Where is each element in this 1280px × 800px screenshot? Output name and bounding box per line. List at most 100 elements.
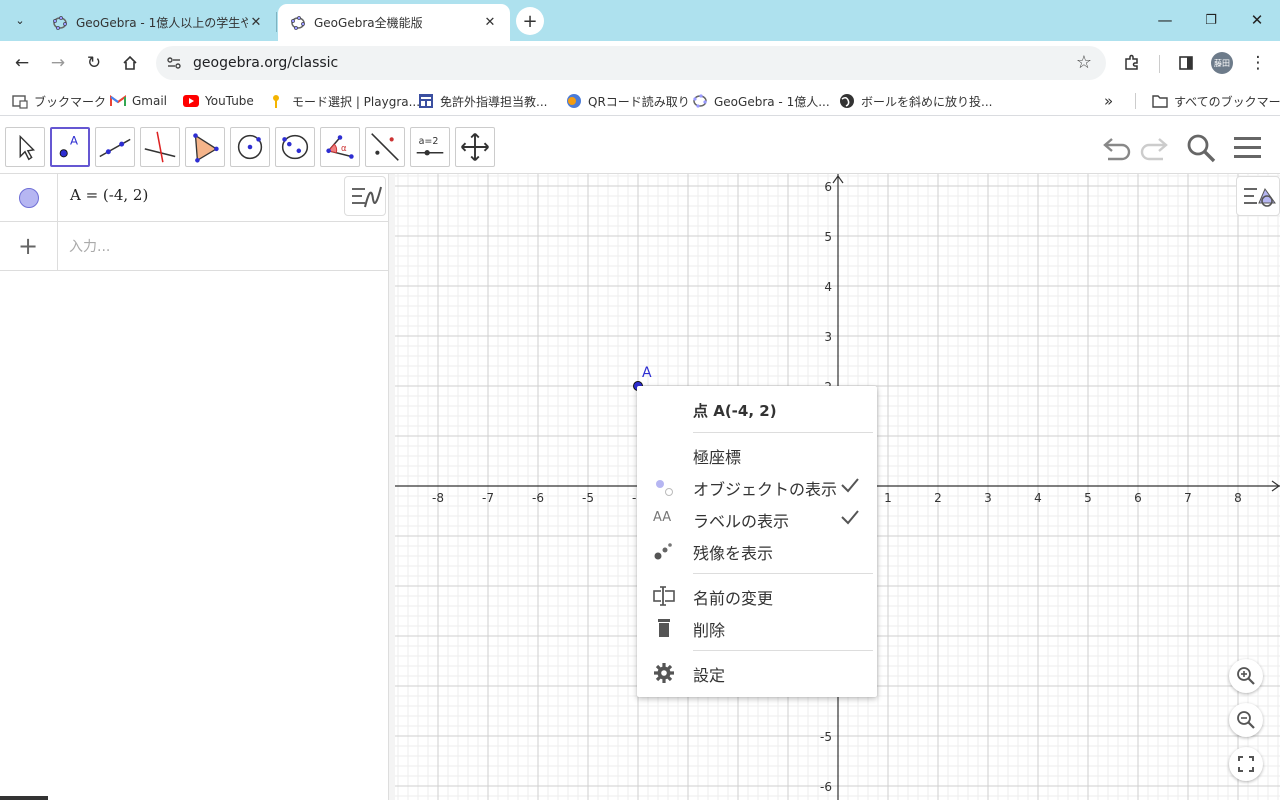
bookmark-gmail[interactable]: Gmail	[110, 91, 167, 111]
address-bar[interactable]: geogebra.org/classic ☆	[156, 46, 1106, 80]
undo-button[interactable]	[1100, 131, 1134, 165]
algebra-options-icon	[352, 186, 382, 208]
bookmark-label: 免許外指導担当教...	[440, 94, 548, 109]
reflect-tool-button[interactable]	[365, 127, 405, 167]
bookmark-apps[interactable]: ブックマーク	[12, 91, 106, 111]
angle-icon: α	[326, 135, 354, 159]
bookmark-ball[interactable]: ボールを斜めに放り投...	[839, 91, 992, 111]
x-tick-label: -5	[582, 491, 594, 505]
menu-item-trace[interactable]: 残像を表示	[637, 534, 877, 566]
visibility-toggle[interactable]	[0, 174, 58, 221]
resize-handle[interactable]	[0, 796, 48, 800]
menu-item-label: 設定	[693, 666, 726, 685]
line-icon	[99, 138, 131, 158]
menu-item-polar[interactable]: 極座標	[637, 438, 877, 470]
algebra-row[interactable]: A = (-4, 2)	[0, 174, 389, 222]
geogebra-toolbar: A α a=2	[0, 121, 1280, 174]
browser-tab-2-active[interactable]: GeoGebra全機能版 ✕	[278, 4, 510, 41]
polygon-tool-button[interactable]	[185, 127, 225, 167]
reload-button[interactable]: ↻	[80, 49, 108, 77]
minimize-button[interactable]: —	[1142, 0, 1188, 40]
geogebra-favicon-icon	[53, 15, 67, 30]
point-a-label: A	[642, 365, 652, 381]
close-window-button[interactable]: ✕	[1234, 0, 1280, 40]
move-graphics-tool-button[interactable]	[455, 127, 495, 167]
bookmark-label: すべてのブックマーク	[1174, 94, 1280, 109]
circle-tool-button[interactable]	[230, 127, 270, 167]
bookmark-star-icon[interactable]: ☆	[1076, 52, 1092, 73]
side-panel-button[interactable]	[1172, 49, 1200, 77]
graphics-style-button[interactable]	[1236, 176, 1280, 216]
back-button[interactable]: ←	[8, 49, 36, 77]
qr-icon	[566, 93, 582, 109]
close-icon: ✕	[1250, 11, 1264, 29]
extensions-button[interactable]	[1118, 49, 1146, 77]
marble-icon[interactable]	[19, 188, 39, 208]
slider-tool-button[interactable]: a=2	[410, 127, 450, 167]
input-row[interactable]: + 入力...	[0, 222, 389, 271]
x-tick-label: -7	[482, 491, 494, 505]
menu-divider	[693, 650, 873, 651]
apps-icon	[12, 93, 28, 109]
zoom-in-button[interactable]	[1229, 659, 1263, 693]
point-tool-button[interactable]: A	[50, 127, 90, 167]
youtube-icon	[183, 93, 199, 109]
bookmark-geogebra[interactable]: GeoGebra - 1億人...	[692, 91, 830, 111]
bookmark-qr[interactable]: QRコード読み取り	[566, 91, 690, 111]
fullscreen-button[interactable]	[1229, 747, 1263, 781]
browser-toolbar: ← → ↻ geogebra.org/classic ☆ 藤田 ⋮	[0, 41, 1280, 85]
bookmark-label: GeoGebra - 1億人...	[714, 94, 830, 109]
bookmark-label: ボールを斜めに放り投...	[861, 94, 993, 109]
algebra-input-field[interactable]: 入力...	[69, 236, 110, 256]
bookmark-form[interactable]: 免許外指導担当教...	[418, 91, 547, 111]
bookmark-playground[interactable]: モード選択 | Playgra...	[270, 91, 420, 111]
chevron-down-icon: ⌄	[15, 13, 25, 27]
url-text[interactable]: geogebra.org/classic	[193, 55, 338, 71]
menu-item-show-label[interactable]: AA ラベルの表示	[637, 502, 877, 534]
algebra-style-button[interactable]	[344, 176, 386, 216]
context-menu-title: 点 A(-4, 2)	[693, 402, 777, 420]
ellipse-tool-button[interactable]	[275, 127, 315, 167]
more-bookmarks-button[interactable]: »	[1104, 91, 1113, 111]
all-bookmarks-button[interactable]: すべてのブックマーク	[1152, 91, 1280, 111]
perpendicular-tool-button[interactable]	[140, 127, 180, 167]
tab-title: GeoGebra - 1億人以上の学生や	[76, 16, 248, 30]
arrow-right-icon: →	[50, 53, 66, 73]
move-tool-button[interactable]	[5, 127, 45, 167]
algebra-definition[interactable]: A = (-4, 2)	[70, 186, 148, 204]
search-button[interactable]	[1184, 131, 1218, 165]
menu-item-delete[interactable]: 削除	[637, 611, 877, 643]
restore-button[interactable]: ❐	[1188, 0, 1234, 40]
new-tab-button[interactable]: +	[516, 7, 544, 35]
x-tick-label: -8	[432, 491, 444, 505]
close-tab-icon[interactable]: ✕	[248, 15, 264, 30]
angle-tool-button[interactable]: α	[320, 127, 360, 167]
bookmark-youtube[interactable]: YouTube	[183, 91, 254, 111]
tab-divider	[276, 12, 277, 32]
zoom-out-button[interactable]	[1229, 703, 1263, 737]
x-tick-label: 7	[1184, 491, 1192, 505]
form-icon	[418, 93, 434, 109]
site-info-icon[interactable]	[166, 55, 182, 71]
forward-button[interactable]: →	[44, 49, 72, 77]
show-object-icon	[656, 480, 673, 496]
line-tool-button[interactable]	[95, 127, 135, 167]
browser-tab-1[interactable]: GeoGebra - 1億人以上の学生や ✕	[40, 4, 276, 41]
menu-item-label: 残像を表示	[693, 544, 774, 563]
ellipse-icon	[281, 134, 309, 160]
menu-item-rename[interactable]: 名前の変更	[637, 579, 877, 611]
main-menu-button[interactable]	[1231, 131, 1265, 165]
menu-item-settings[interactable]: 設定	[637, 656, 877, 688]
redo-button[interactable]	[1137, 131, 1171, 165]
tab-search-button[interactable]: ⌄	[8, 8, 32, 32]
add-object-button[interactable]: +	[0, 222, 58, 270]
gmail-icon	[110, 93, 126, 109]
algebra-view: A = (-4, 2) + 入力...	[0, 174, 389, 800]
close-tab-icon[interactable]: ✕	[482, 15, 498, 30]
profile-avatar[interactable]: 藤田	[1211, 52, 1233, 74]
bookmark-label: モード選択 | Playgra...	[292, 94, 421, 109]
home-button[interactable]	[116, 49, 144, 77]
menu-item-show-object[interactable]: オブジェクトの表示	[637, 470, 877, 502]
chrome-menu-button[interactable]: ⋮	[1244, 49, 1272, 77]
pointer-icon	[19, 134, 36, 161]
